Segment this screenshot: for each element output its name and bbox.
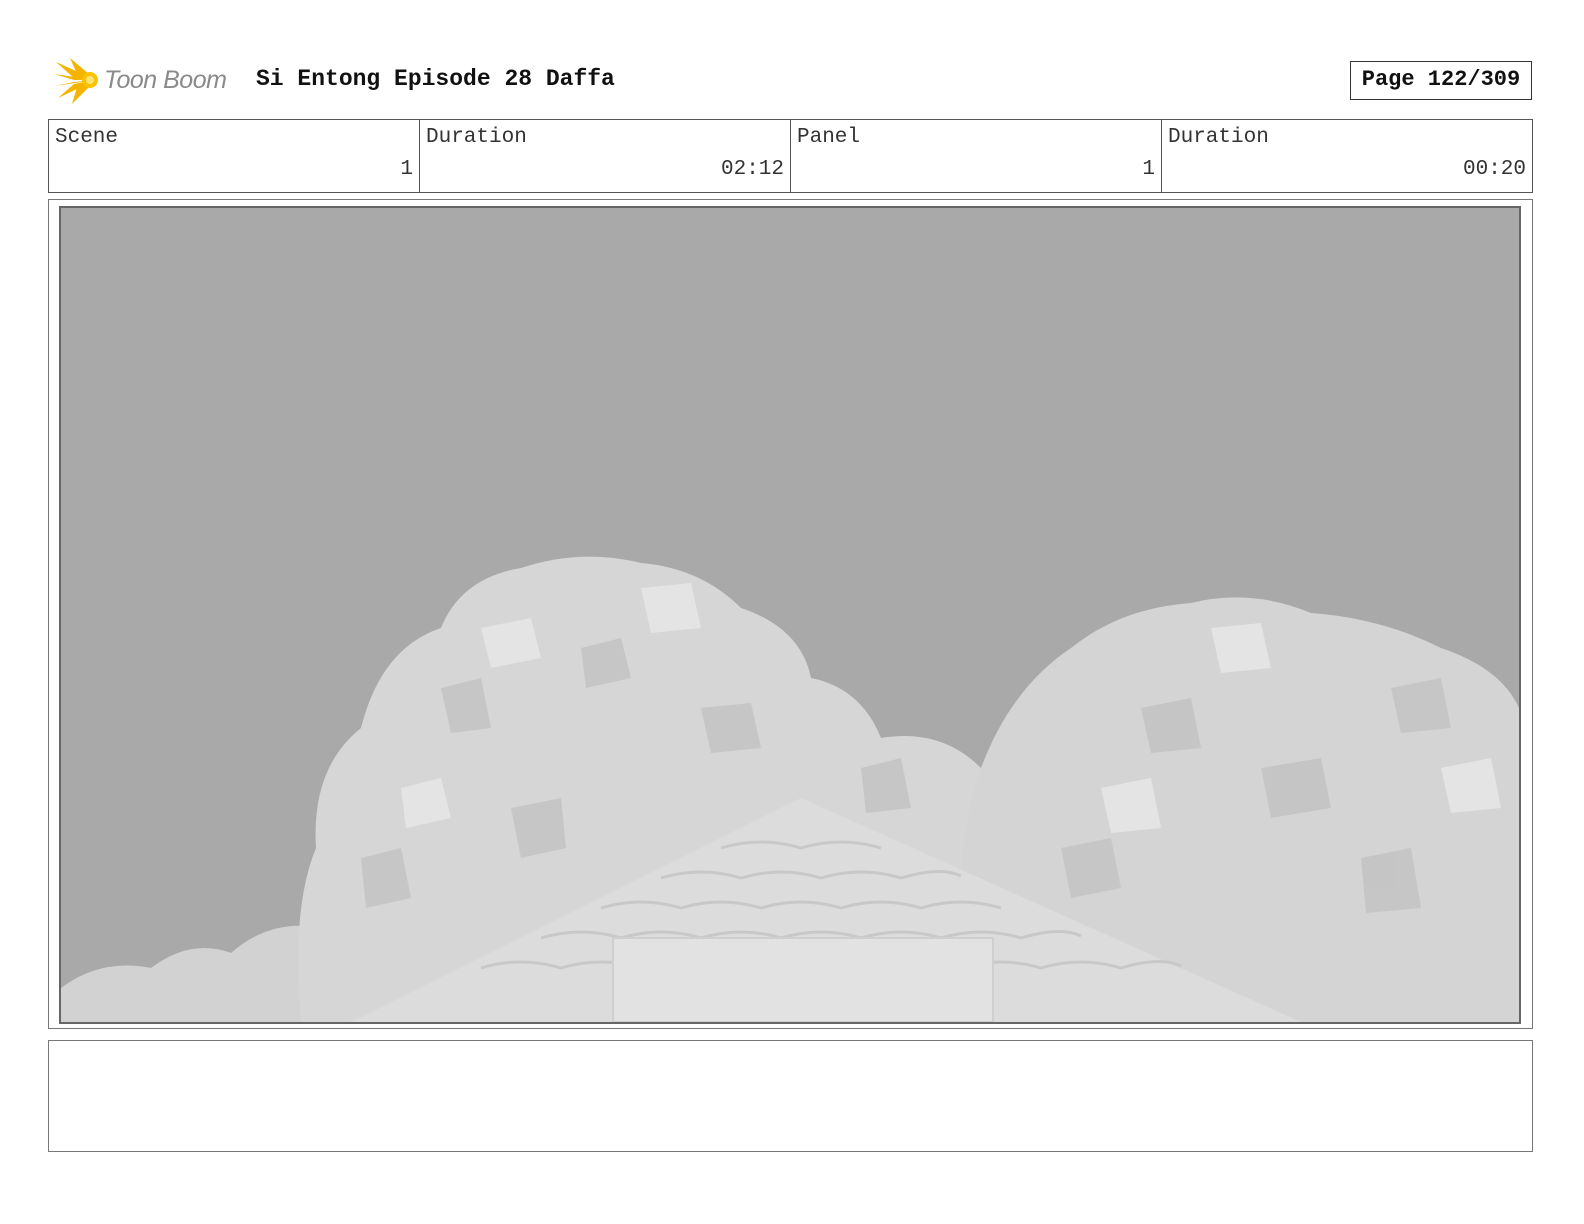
page-number: Page 122/309 (1350, 61, 1532, 100)
scene-cell: Scene 1 (49, 120, 420, 192)
scene-illustration (61, 208, 1519, 1022)
scene-label: Scene (55, 126, 119, 149)
panel-notes-box (48, 1040, 1533, 1152)
starburst-icon (54, 58, 98, 104)
panel-duration-label: Duration (1168, 126, 1269, 149)
scene-value: 1 (400, 158, 413, 181)
scene-duration-value: 02:12 (720, 158, 784, 181)
panel-value: 1 (1142, 158, 1155, 181)
storyboard-panel-frame (48, 199, 1533, 1029)
scene-duration-label: Duration (426, 126, 527, 149)
scene-duration-cell: Duration 02:12 (420, 120, 791, 192)
document-title: Si Entong Episode 28 Daffa (256, 66, 615, 92)
panel-duration-cell: Duration 00:20 (1162, 120, 1532, 192)
panel-duration-value: 00:20 (1462, 158, 1526, 181)
logo-text: Toon Boom (104, 66, 227, 94)
roof-window (612, 937, 994, 1022)
panel-info-table: Scene 1 Duration 02:12 Panel 1 Duration … (48, 119, 1533, 193)
toon-boom-logo: Toon Boom (52, 56, 242, 106)
panel-cell: Panel 1 (791, 120, 1162, 192)
panel-label: Panel (797, 126, 861, 149)
storyboard-panel-image (59, 206, 1521, 1024)
